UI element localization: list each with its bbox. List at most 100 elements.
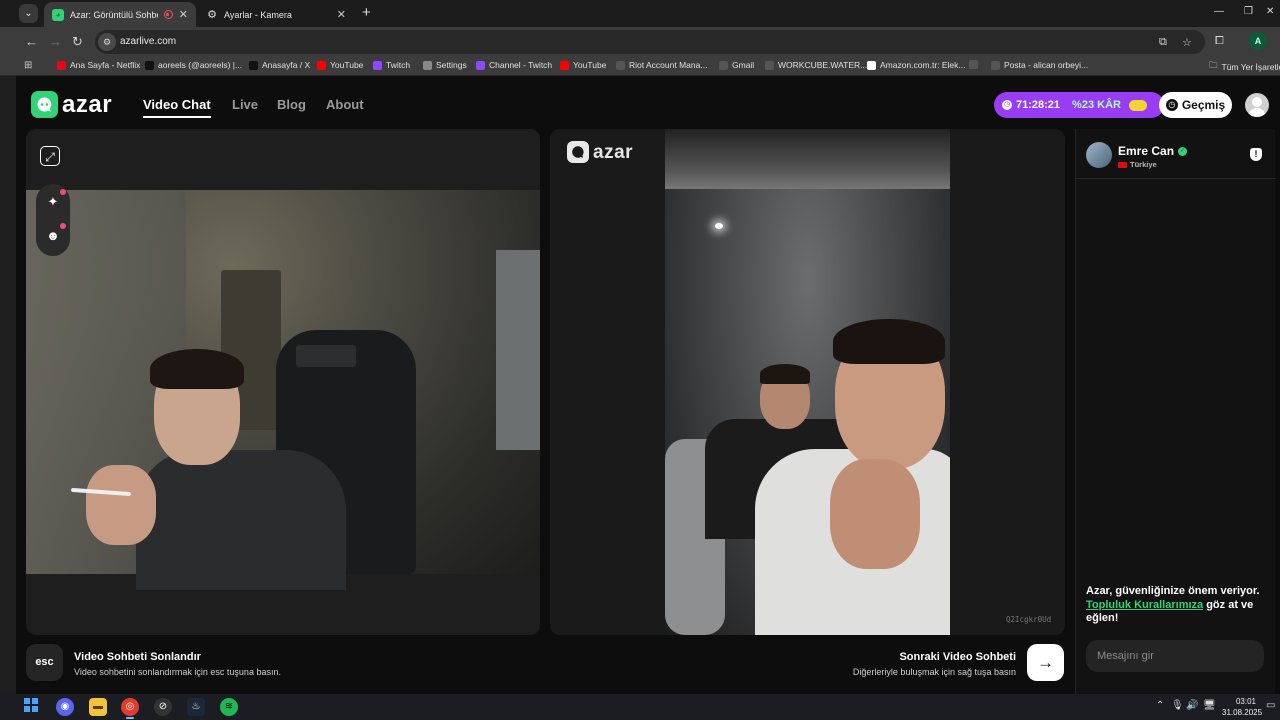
- tab-strip: ⌄ ◕ Azar: Görüntülü Sohbet, Arı ✕ ⚙ Ayar…: [0, 0, 1280, 27]
- game-client-icon[interactable]: ⊘: [154, 698, 172, 716]
- microphone-icon[interactable]: 🎙: [1171, 700, 1184, 711]
- bookmark-item[interactable]: Amazon.com.tr: Elek...: [867, 60, 966, 70]
- twitch-icon: [476, 60, 485, 70]
- community-rules-link[interactable]: Topluluk Kurallarımıza: [1086, 599, 1203, 611]
- bookmarks-bar: ⊞ Ana Sayfa - Netflix aoreels (@aoreels) …: [0, 57, 1280, 76]
- nav-video-chat[interactable]: Video Chat: [143, 97, 211, 118]
- volume-icon[interactable]: 🔊: [1186, 700, 1198, 711]
- netflix-icon: [57, 60, 66, 70]
- timer-value: 71:28:21: [1016, 99, 1061, 111]
- bookmark-label: YouTube: [330, 60, 364, 70]
- bookmark-item[interactable]: [969, 60, 978, 69]
- twitch-icon: [373, 60, 382, 70]
- browser-toolbar: ← → ↻ ⚙ azarlive.com ⧉ ☆ ⧠ A: [0, 27, 1280, 57]
- address-bar[interactable]: ⚙ azarlive.com ⧉ ☆: [95, 30, 1205, 54]
- tab-camera-settings[interactable]: ⚙ Ayarlar - Kamera ✕: [198, 2, 354, 27]
- bookmark-label: Amazon.com.tr: Elek...: [880, 60, 966, 70]
- bookmark-item[interactable]: Posta - alican orbeyi...: [991, 60, 1088, 70]
- arrow-right-icon: →: [1037, 653, 1054, 672]
- network-icon[interactable]: 🖥: [1203, 700, 1216, 711]
- self-camera-feed: [26, 190, 540, 590]
- self-video-panel: ⤢ ✦ ☻: [26, 129, 540, 635]
- history-button[interactable]: ◷ Geçmiş: [1159, 92, 1232, 118]
- peer-camera-feed: [665, 129, 950, 635]
- chrome-icon[interactable]: ◎: [121, 698, 139, 719]
- bookmark-item[interactable]: Riot Account Mana...: [616, 60, 707, 70]
- nav-blog[interactable]: Blog: [277, 97, 306, 112]
- history-clock-icon: ◷: [1165, 99, 1178, 111]
- bookmark-item[interactable]: Gmail: [719, 60, 754, 70]
- session-code: Q2Icgkr0Ud: [1006, 615, 1052, 624]
- youtube-icon: [317, 60, 326, 70]
- bookmark-star-icon[interactable]: ☆: [1182, 36, 1192, 49]
- face-filter-icon[interactable]: ☻: [43, 223, 66, 246]
- bookmark-item[interactable]: YouTube: [317, 60, 363, 70]
- bookmark-item[interactable]: Channel - Twitch: [476, 60, 552, 70]
- bookmark-item[interactable]: Settings: [423, 60, 467, 70]
- promo-timer-badge[interactable]: ◷ 71:28:21 %23 KÂR: [994, 92, 1164, 118]
- bookmark-item[interactable]: aoreels (@aoreels) |...: [145, 60, 242, 70]
- spotify-icon[interactable]: ≋: [220, 698, 238, 716]
- apps-grid-icon[interactable]: ⊞: [24, 60, 32, 71]
- profile-avatar[interactable]: A: [1249, 32, 1267, 50]
- peer-avatar[interactable]: [1086, 142, 1112, 168]
- restore-icon[interactable]: ❐: [1244, 6, 1253, 17]
- bookmark-item[interactable]: Twitch: [373, 60, 410, 70]
- azar-logo-icon: [31, 91, 58, 118]
- bookmark-label: Ana Sayfa - Netflix: [70, 60, 141, 70]
- windows-start-icon[interactable]: [22, 698, 40, 716]
- tab-azar[interactable]: ◕ Azar: Görüntülü Sohbet, Arı ✕: [44, 2, 196, 27]
- bookmark-label: Twitch: [386, 60, 411, 70]
- tab-search-icon[interactable]: ⌄: [19, 4, 38, 23]
- system-clock[interactable]: 03:01 31.08.2025: [1222, 696, 1262, 718]
- site-info-icon[interactable]: ⚙: [98, 33, 116, 51]
- tray-chevron-icon[interactable]: ⌃: [1156, 700, 1164, 711]
- end-chat-button[interactable]: esc: [26, 644, 63, 681]
- sparkle-effects-icon[interactable]: ✦: [43, 189, 66, 212]
- file-explorer-icon[interactable]: ▬: [89, 698, 107, 716]
- back-icon[interactable]: ←: [25, 34, 38, 50]
- minimize-icon[interactable]: —: [1214, 6, 1224, 17]
- steam-icon[interactable]: ♨: [187, 698, 205, 716]
- chat-header: Emre Can ✓ Türkiye !: [1076, 129, 1276, 179]
- brand-name: azar: [62, 90, 113, 118]
- bookmark-item[interactable]: Anasayfa / X: [249, 60, 310, 70]
- extensions-icon[interactable]: ⧠: [1215, 35, 1224, 48]
- apple-icon: [423, 60, 432, 70]
- close-tab-icon[interactable]: ✕: [179, 8, 188, 21]
- forward-icon[interactable]: →: [49, 34, 62, 50]
- report-icon[interactable]: !: [1250, 148, 1262, 161]
- folder-icon: 🗀: [1209, 60, 1218, 70]
- next-chat-title: Sonraki Video Sohbeti: [899, 651, 1016, 663]
- globe-icon: [969, 60, 978, 69]
- verified-shield-icon: ✓: [1178, 146, 1188, 156]
- next-chat-button[interactable]: →: [1027, 644, 1064, 681]
- peer-video-panel: azar Q2Icgkr0Ud: [550, 129, 1065, 635]
- close-tab-icon[interactable]: ✕: [337, 8, 346, 21]
- message-input[interactable]: [1086, 640, 1264, 672]
- recording-icon: [163, 10, 173, 19]
- youtube-icon: [560, 60, 569, 70]
- bookmark-item[interactable]: Ana Sayfa - Netflix: [57, 60, 140, 70]
- new-tab-icon[interactable]: +: [362, 5, 371, 21]
- all-bookmarks[interactable]: 🗀 Tüm Yer İşaretle: [1209, 60, 1280, 74]
- peer-name-label: Emre Can: [1118, 144, 1175, 158]
- nav-live[interactable]: Live: [232, 97, 258, 112]
- globe-icon: [719, 60, 728, 70]
- amazon-icon: [867, 60, 876, 70]
- peer-name: Emre Can ✓: [1118, 144, 1188, 158]
- azar-logo[interactable]: azar: [31, 91, 112, 118]
- azar-watermark-icon: [567, 141, 589, 163]
- bookmark-item[interactable]: YouTube: [560, 60, 606, 70]
- discord-icon[interactable]: ◉: [56, 698, 74, 716]
- close-window-icon[interactable]: ✕: [1266, 6, 1274, 17]
- user-avatar-icon[interactable]: [1245, 93, 1269, 117]
- reload-icon[interactable]: ↻: [72, 34, 83, 50]
- bookmark-item[interactable]: WORKCUBE.WATER...: [765, 60, 867, 70]
- nav-about[interactable]: About: [326, 97, 364, 112]
- notifications-icon[interactable]: ▭: [1266, 700, 1275, 711]
- install-app-icon[interactable]: ⧉: [1159, 36, 1167, 49]
- notice-prefix: Azar, güvenliğinize önem veriyor.: [1086, 585, 1260, 597]
- all-bookmarks-label: Tüm Yer İşaretle: [1221, 62, 1280, 72]
- expand-icon[interactable]: ⤢: [40, 146, 60, 166]
